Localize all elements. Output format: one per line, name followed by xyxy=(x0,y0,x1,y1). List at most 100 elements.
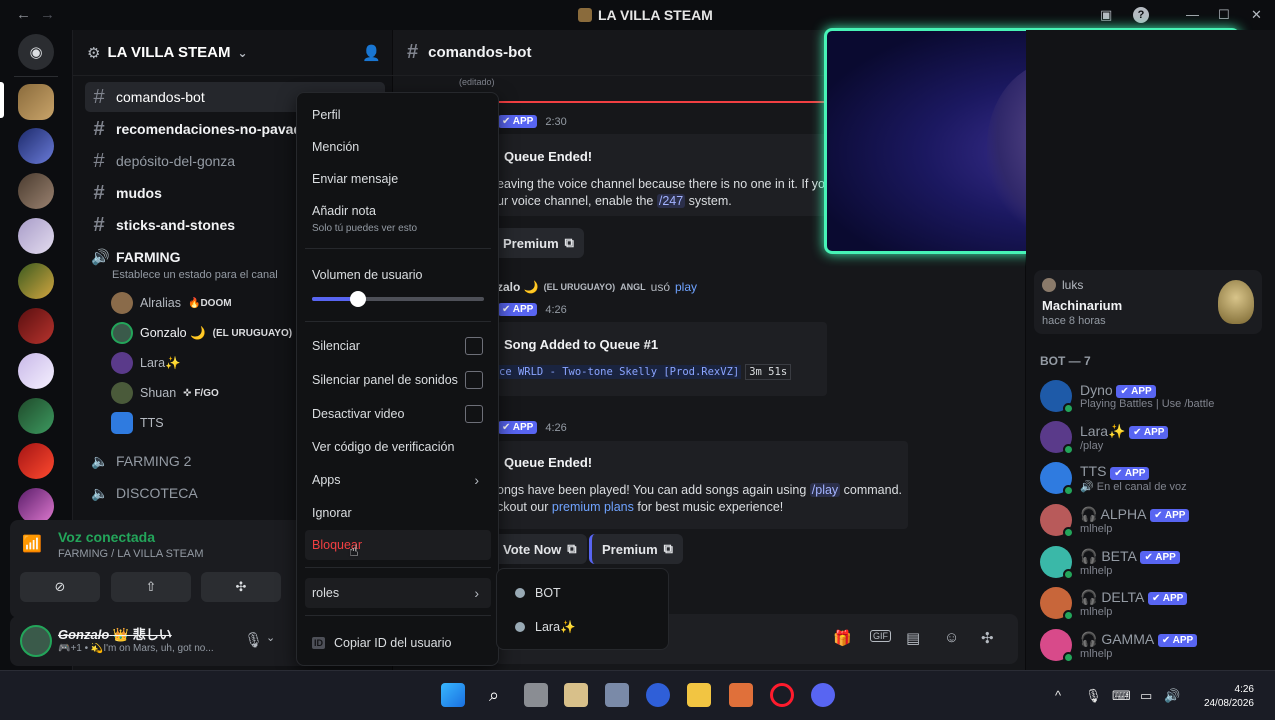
activity-card[interactable]: luks Machinarium hace 8 horas xyxy=(1034,270,1262,334)
menu-item-perfil[interactable]: Perfil xyxy=(305,100,491,130)
maximize-icon[interactable]: ☐ xyxy=(1218,7,1230,23)
server-icon[interactable] xyxy=(18,128,54,164)
gift-icon[interactable]: 🎁 xyxy=(833,629,852,647)
menu-item-silenciar-sonidos[interactable]: Silenciar panel de sonidos xyxy=(305,365,491,395)
invite-people-icon[interactable]: 👤 xyxy=(362,44,381,62)
back-arrow-icon[interactable]: ← xyxy=(16,6,31,23)
embed-text: eaving the voice channel because there i… xyxy=(497,177,825,191)
chevron-down-icon[interactable]: ⌄ xyxy=(266,631,275,644)
server-icon[interactable] xyxy=(18,443,54,479)
clock[interactable]: 4:26 24/08/2026 xyxy=(1196,683,1254,711)
voice-user[interactable]: Alralias 🔥DOOM xyxy=(111,290,232,316)
voice-user[interactable]: TTS xyxy=(111,410,164,436)
menu-item-silenciar[interactable]: Silenciar xyxy=(305,331,491,361)
search-icon[interactable]: ⌕ xyxy=(482,683,506,707)
rail-divider xyxy=(14,76,58,77)
member-item[interactable]: 🎧 ALPHA ✔ APP mlhelp xyxy=(1040,500,1270,540)
menu-item-copiar-id[interactable]: ID Copiar ID del usuario xyxy=(305,628,491,658)
voice-status[interactable]: Voz conectada xyxy=(58,529,155,545)
mouse-cursor-icon: ☝ xyxy=(349,543,359,560)
activities-button[interactable]: ✣ xyxy=(201,572,281,602)
notepad-icon[interactable] xyxy=(564,683,588,707)
menu-item-desactivar-video[interactable]: Desactivar video xyxy=(305,399,491,429)
member-item[interactable]: Lara✨ ✔ APP/play xyxy=(1040,417,1270,457)
server-icon[interactable] xyxy=(18,218,54,254)
avatar[interactable] xyxy=(20,625,52,657)
channel-status-hint[interactable]: Establece un estado para el canal xyxy=(112,269,278,281)
minimize-icon[interactable]: — xyxy=(1186,7,1199,22)
voice-user[interactable]: Lara✨ xyxy=(111,350,181,376)
server-icon[interactable] xyxy=(18,173,54,209)
volume-slider-handle[interactable] xyxy=(350,291,367,307)
menu-item-roles[interactable]: roles › xyxy=(305,578,491,608)
checkbox[interactable] xyxy=(465,405,483,423)
server-icon[interactable] xyxy=(18,263,54,299)
member-item[interactable]: Dyno ✔ APP Playing Battles | Use /battle xyxy=(1040,376,1270,416)
forward-arrow-icon[interactable]: → xyxy=(40,6,55,23)
app-icon[interactable] xyxy=(729,683,753,707)
checkbox[interactable] xyxy=(465,337,483,355)
calculator-icon[interactable] xyxy=(605,683,629,707)
signal-icon[interactable]: 📶 xyxy=(22,534,42,554)
checkbox[interactable] xyxy=(465,371,483,389)
chevron-up-icon[interactable]: ^ xyxy=(1055,688,1061,703)
apps-icon[interactable]: ✣ xyxy=(981,629,994,647)
server-la-villa-steam-icon[interactable] xyxy=(18,84,54,120)
member-item[interactable]: 🎧 BETA ✔ APP mlhelp xyxy=(1040,542,1270,582)
task-view-icon[interactable] xyxy=(524,683,548,707)
member-item[interactable]: 🎧 DELTA ✔ APP mlhelp xyxy=(1040,583,1270,623)
menu-item-enviar-mensaje[interactable]: Enviar mensaje xyxy=(305,164,491,194)
help-icon[interactable]: ? xyxy=(1133,7,1149,23)
embed-text: ongs have been played! You can add songs… xyxy=(497,483,903,497)
opera-icon[interactable] xyxy=(770,683,794,707)
role-item[interactable]: BOT xyxy=(515,578,561,608)
track-link[interactable]: ce WRLD - Two-tone Skelly [Prod.RexVZ] xyxy=(497,365,742,379)
server-icon[interactable] xyxy=(18,488,54,524)
menu-item-ignorar[interactable]: Ignorar xyxy=(305,498,491,528)
avatar xyxy=(111,322,133,344)
server-header[interactable]: ⚙ LA VILLA STEAM ⌄ 👤 xyxy=(73,30,393,76)
member-item[interactable]: 🎧 GAMMA ✔ APP mlhelp xyxy=(1040,625,1270,665)
emoji-icon[interactable]: ☺ xyxy=(944,629,959,646)
microphone-tray-icon[interactable]: 🎙 xyxy=(1085,688,1102,704)
avatar xyxy=(1042,278,1056,292)
menu-item-verificacion[interactable]: Ver código de verificación xyxy=(305,432,491,462)
server-icon[interactable] xyxy=(18,353,54,389)
voice-user[interactable]: Shuan ✜ F/GO xyxy=(111,380,219,406)
volume-slider[interactable] xyxy=(312,291,484,307)
slash-command[interactable]: play xyxy=(675,280,697,294)
windows-start-icon[interactable] xyxy=(441,683,465,707)
volume-icon[interactable]: 🔊 xyxy=(1164,688,1180,704)
discord-taskbar-icon[interactable] xyxy=(811,683,835,707)
voice-location[interactable]: FARMING / LA VILLA STEAM xyxy=(58,548,204,560)
menu-item-mencion[interactable]: Mención xyxy=(305,132,491,162)
premium-link[interactable]: premium plans xyxy=(552,500,634,514)
server-icon[interactable] xyxy=(18,308,54,344)
avatar xyxy=(1040,462,1074,496)
voice-user[interactable]: Gonzalo 🌙 (EL URUGUAYO) xyxy=(111,320,292,346)
slash-command[interactable]: /247 xyxy=(656,194,686,208)
camera-off-button[interactable]: ⊘ xyxy=(20,572,100,602)
screen-share-button[interactable]: ⇧ xyxy=(111,572,191,602)
premium-button[interactable]: Premium ⧉ xyxy=(493,228,584,258)
menu-item-bloquear[interactable]: Bloquear xyxy=(305,530,491,560)
discord-home-icon[interactable]: ◉ xyxy=(18,34,54,70)
member-item[interactable]: TTS ✔ APP 🔊 En el canal de voz xyxy=(1040,458,1270,498)
slash-command[interactable]: /play xyxy=(809,483,841,497)
keyboard-icon[interactable]: ⌨ xyxy=(1112,688,1131,704)
menu-item-apps[interactable]: Apps › xyxy=(305,465,491,495)
close-icon[interactable]: ✕ xyxy=(1251,7,1262,23)
file-explorer-icon[interactable] xyxy=(687,683,711,707)
inbox-icon[interactable]: ▣ xyxy=(1100,7,1112,23)
gif-icon[interactable]: GIF xyxy=(870,630,891,642)
media-player-icon[interactable] xyxy=(646,683,670,707)
network-icon[interactable]: ▭ xyxy=(1140,688,1152,704)
microphone-icon[interactable]: 🎙 xyxy=(244,631,263,649)
role-item[interactable]: Lara✨ xyxy=(515,612,576,642)
menu-item-anadir-nota[interactable]: Añadir nota xyxy=(305,196,491,226)
command-usage: zalo 🌙 (EL URUGUAYO) ANGL usó play xyxy=(497,280,698,294)
premium-button[interactable]: Premium ⧉ xyxy=(589,534,683,564)
server-icon[interactable] xyxy=(18,398,54,434)
sticker-icon[interactable]: ▤ xyxy=(906,629,920,647)
vote-button[interactable]: Vote Now ⧉ xyxy=(493,534,587,564)
